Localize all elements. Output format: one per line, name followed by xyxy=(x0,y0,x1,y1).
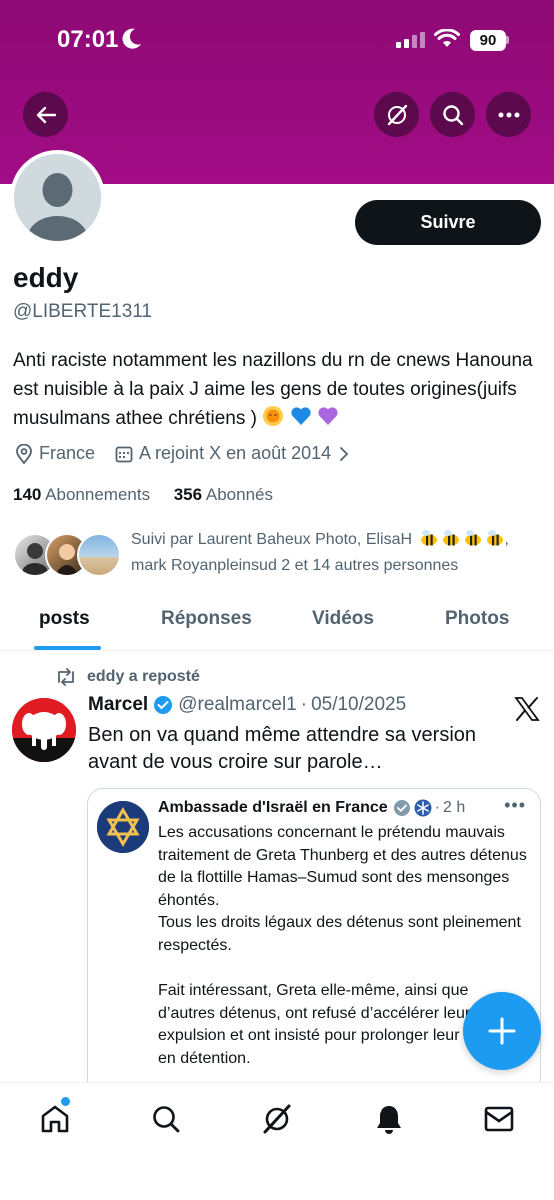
tab-videos[interactable]: Vidéos xyxy=(312,608,374,630)
follower-avatar-3 xyxy=(77,533,121,577)
status-time: 07:01 xyxy=(57,26,119,53)
profile-display-name: eddy xyxy=(13,262,79,293)
search-button[interactable] xyxy=(430,92,475,137)
repost-label: eddy a reposté xyxy=(87,668,200,685)
quoted-time: 2 h xyxy=(443,799,466,816)
grok-icon xyxy=(387,104,407,125)
grok-nav-icon xyxy=(263,1104,291,1134)
profile-meta: France A rejoint X en août 2014 xyxy=(15,443,357,464)
tweet-author-avatar[interactable] xyxy=(12,698,76,762)
profile-joined-date[interactable]: A rejoint X en août 2014 xyxy=(139,443,331,464)
quoted-more-icon[interactable]: ••• xyxy=(504,795,526,816)
profile-tabs: posts Réponses Vidéos Photos xyxy=(0,598,554,651)
tab-replies[interactable]: Réponses xyxy=(161,608,252,630)
compose-plus-icon xyxy=(488,1017,516,1045)
chevron-right-icon xyxy=(340,446,349,461)
more-icon xyxy=(498,112,519,117)
gray-verified-badge-icon xyxy=(393,800,410,816)
nav-messages[interactable] xyxy=(481,1101,517,1137)
tweet-separator: · xyxy=(300,694,308,715)
nav-notifications[interactable] xyxy=(371,1101,407,1137)
followers-link[interactable]: 356 Abonnés xyxy=(174,485,273,504)
back-arrow-icon xyxy=(36,106,56,123)
bee-emoji-icon xyxy=(486,530,503,546)
grok-button[interactable] xyxy=(374,92,419,137)
tweet-author-handle[interactable]: @realmarcel1 xyxy=(178,694,297,716)
messages-icon xyxy=(484,1106,514,1132)
more-options-button[interactable] xyxy=(486,92,531,137)
quoted-tweet-header: Ambassade d'Israël en France · 2 h xyxy=(158,799,465,817)
followed-by-text: Suivi par Laurent Baheux Photo, ElisaH ,… xyxy=(131,527,551,579)
blue-heart-emoji-icon xyxy=(290,407,311,425)
location-pin-icon xyxy=(16,443,32,464)
followed-by-comma: , xyxy=(504,531,509,548)
profile-location: France xyxy=(39,443,96,463)
quoted-separator: · xyxy=(434,799,441,816)
tweet-date[interactable]: 05/10/2025 xyxy=(311,694,406,716)
default-avatar-icon xyxy=(14,154,101,241)
bee-emoji-icon xyxy=(420,530,437,546)
explore-icon xyxy=(153,1106,180,1133)
nav-grok[interactable] xyxy=(259,1101,295,1137)
x-logo-icon[interactable] xyxy=(514,697,540,721)
follow-button[interactable]: Suivre xyxy=(355,200,541,245)
search-icon xyxy=(442,104,463,125)
following-count: 140 xyxy=(13,485,42,504)
repost-context[interactable]: eddy a reposté xyxy=(55,668,200,686)
back-button[interactable] xyxy=(23,92,68,137)
bottom-navigation xyxy=(0,1082,554,1200)
calendar-icon xyxy=(115,446,133,462)
followed-by-line-2: mark Royanpleinsud 2 et 14 autres person… xyxy=(131,557,459,574)
purple-heart-emoji-icon xyxy=(318,407,338,425)
repost-icon xyxy=(58,668,74,686)
quoted-author-name: Ambassade d'Israël en France xyxy=(158,799,388,816)
wifi-icon xyxy=(434,29,460,47)
following-link[interactable]: 140 Abonnements xyxy=(13,485,150,504)
following-label: Abonnements xyxy=(45,485,151,504)
do-not-disturb-moon-icon xyxy=(122,28,141,49)
followers-label: Abonnés xyxy=(205,485,273,504)
bee-emoji-icon xyxy=(442,530,459,546)
tweet-author-name[interactable]: Marcel xyxy=(88,694,148,716)
profile-avatar[interactable] xyxy=(10,150,105,245)
tab-photos[interactable]: Photos xyxy=(445,608,509,630)
snowflake-flag-icon xyxy=(414,799,432,817)
tweet-text: Ben on va quand même attendre sa version… xyxy=(88,724,477,773)
sun-emoji-icon xyxy=(263,406,284,426)
battery-indicator: 90 xyxy=(470,30,506,51)
tweet-header: Marcel @realmarcel1 · 05/10/2025 xyxy=(88,694,406,716)
nav-home[interactable] xyxy=(37,1101,73,1137)
home-icon xyxy=(41,1105,69,1133)
profile-handle: @LIBERTE1311 xyxy=(13,301,152,322)
nav-explore[interactable] xyxy=(148,1101,184,1137)
active-tab-indicator xyxy=(34,646,101,650)
profile-bio: Anti raciste notamment les nazillons du … xyxy=(13,346,543,433)
notifications-icon xyxy=(377,1106,401,1134)
compose-button[interactable] xyxy=(463,992,541,1070)
quoted-author-avatar xyxy=(97,801,149,853)
bee-emoji-icon xyxy=(464,530,481,546)
quoted-tweet[interactable]: Ambassade d'Israël en France · 2 h ••• L… xyxy=(87,788,541,1118)
home-notification-dot xyxy=(61,1097,70,1106)
follow-stats: 140 Abonnements 356 Abonnés xyxy=(13,485,273,505)
cellular-signal-icon xyxy=(396,32,425,48)
followers-count: 356 xyxy=(173,485,203,504)
verified-badge-icon xyxy=(154,696,173,714)
tab-posts[interactable]: posts xyxy=(39,608,90,630)
battery-nub xyxy=(506,36,509,44)
followed-by-row[interactable]: Suivi par Laurent Baheux Photo, ElisaH ,… xyxy=(13,527,543,587)
followed-by-line-1: Suivi par Laurent Baheux Photo, ElisaH xyxy=(131,531,413,548)
